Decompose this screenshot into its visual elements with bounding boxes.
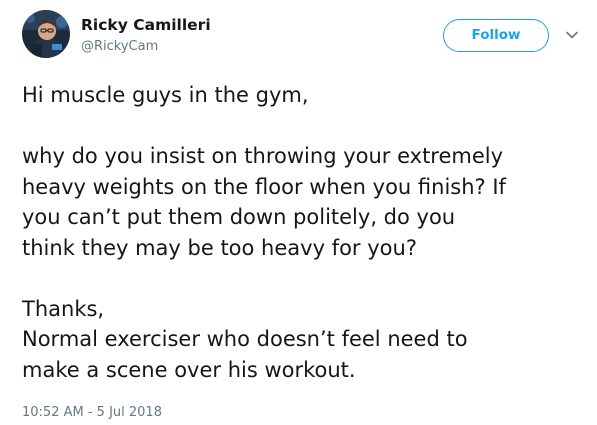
tweet-line: Normal exerciser who doesn’t feel need t… [22,327,468,351]
chevron-down-icon[interactable] [565,27,579,41]
tweet-line: why do you insist on throwing your extre… [22,144,504,168]
tweet-line: think they may be too heavy for you? [22,235,417,260]
follow-button[interactable]: Follow [443,19,549,52]
author-handle[interactable]: @RickyCam [81,39,158,54]
tweet-line: you can’t put them down politely, do you [22,205,456,229]
author-name[interactable]: Ricky Camilleri [81,16,211,34]
tweet-line: Thanks, [22,296,105,321]
tweet-line: Hi muscle guys in the gym, [22,83,309,107]
tweet-line: make a scene over his workout. [22,357,356,382]
tweet-timestamp[interactable]: 10:52 AM - 5 Jul 2018 [22,405,162,420]
avatar[interactable] [22,10,70,58]
tweet-text: Hi muscle guys in the gym, why do you in… [22,80,587,385]
avatar-photo [22,10,70,58]
tweet-line: heavy weights on the floor when you fini… [22,174,506,199]
tweet-card: Ricky Camilleri @RickyCam Follow Hi musc… [0,0,597,425]
